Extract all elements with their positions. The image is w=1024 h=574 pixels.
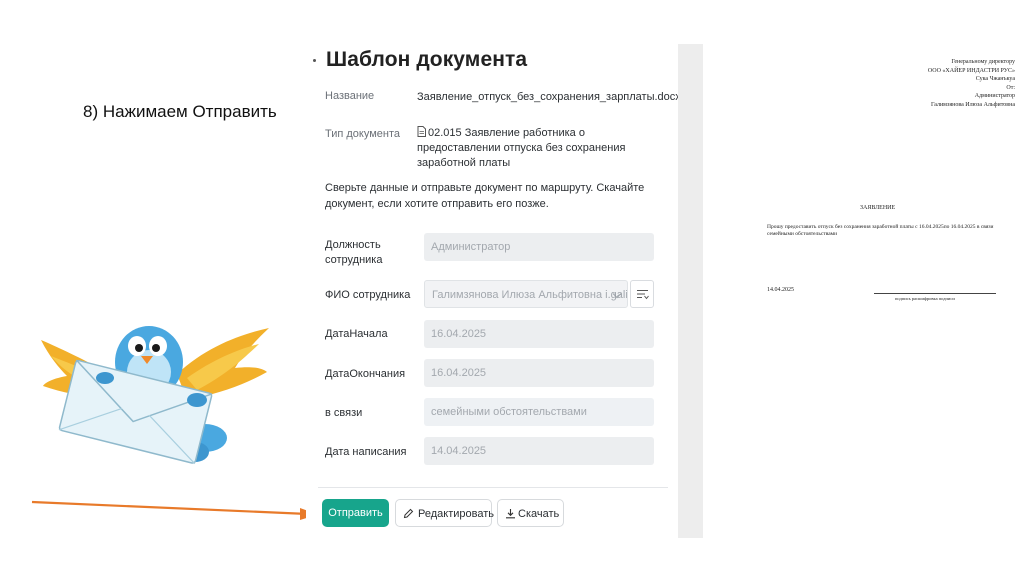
name-value: Заявление_отпуск_без_сохранения_зарплаты… — [417, 91, 681, 103]
document-template-panel: Шаблон документа Название Заявление_отпу… — [306, 40, 681, 536]
edit-button[interactable]: Редактировать — [395, 499, 494, 527]
preview-header-line: От: — [1006, 84, 1015, 91]
bird-envelope-illustration — [41, 326, 269, 465]
step-caption: 8) Нажимаем Отправить — [83, 102, 277, 121]
preview-header-line: Администратор — [974, 93, 1015, 99]
panel-title: Шаблон документа — [326, 48, 528, 71]
list-filter-button[interactable] — [630, 280, 654, 308]
download-button-label: Скачать — [518, 508, 560, 520]
reason-label: в связи — [325, 407, 363, 419]
written-date-label: Дата написания — [325, 446, 407, 458]
start-date-field[interactable]: 16.04.2025 — [424, 320, 654, 348]
pencil-icon — [403, 508, 414, 519]
preview-body: Прошу предоставить отпуск без сохранения… — [767, 224, 994, 237]
fullname-value: Галимзянова Илюза Альфитовна i.galimz — [432, 289, 628, 301]
info-text: Сверьте данные и отправьте документ по м… — [325, 182, 645, 210]
document-icon — [417, 126, 426, 137]
end-date-field[interactable]: 16.04.2025 — [424, 359, 654, 387]
end-date-label: ДатаОкончания — [325, 368, 406, 380]
written-date-field[interactable]: 14.04.2025 — [424, 437, 654, 465]
bullet-dot — [313, 59, 316, 62]
position-label: Должность сотрудника — [325, 239, 383, 266]
preview-header-line: Галимзянова Илюза Альфитовна — [930, 101, 1015, 108]
reason-field[interactable]: семейными обстоятельствами — [424, 398, 654, 426]
send-button[interactable]: Отправить — [322, 499, 389, 527]
preview-header-line: ООО «ХАЙЕР ИНДАСТРИ РУС» — [927, 67, 1015, 74]
preview-header-line: Генеральному директору — [951, 59, 1015, 65]
document-preview: Генеральному директору ООО «ХАЙЕР ИНДАСТ… — [703, 44, 1020, 538]
download-icon — [506, 509, 515, 519]
signature-caption: подпись расшифровка подписи — [895, 296, 955, 301]
signature-line — [874, 293, 996, 294]
pointer-arrow — [31, 500, 318, 520]
list-filter-icon — [637, 289, 649, 300]
type-label: Тип документа — [325, 128, 401, 140]
fullname-select[interactable]: Галимзянова Илюза Альфитовна i.galimz — [424, 280, 628, 308]
preview-header: Генеральному директору ООО «ХАЙЕР ИНДАСТ… — [865, 58, 1015, 109]
preview-header-line: Сука Чжанъкуа — [975, 76, 1015, 82]
preview-scroll-gutter — [678, 44, 703, 538]
type-value: 02.015 Заявление работника о предоставле… — [417, 127, 626, 169]
preview-date: 14.04.2025 — [767, 287, 794, 293]
preview-heading: ЗАЯВЛЕНИЕ — [860, 205, 896, 211]
divider — [318, 487, 668, 488]
position-field[interactable]: Администратор — [424, 233, 654, 261]
start-date-label: ДатаНачала — [325, 328, 388, 340]
name-label: Название — [325, 90, 375, 102]
edit-button-label: Редактировать — [418, 508, 494, 520]
type-value-block: 02.015 Заявление работника о предоставле… — [417, 126, 657, 171]
fullname-label: ФИО сотрудника — [325, 289, 411, 301]
download-button[interactable]: Скачать — [497, 499, 564, 527]
